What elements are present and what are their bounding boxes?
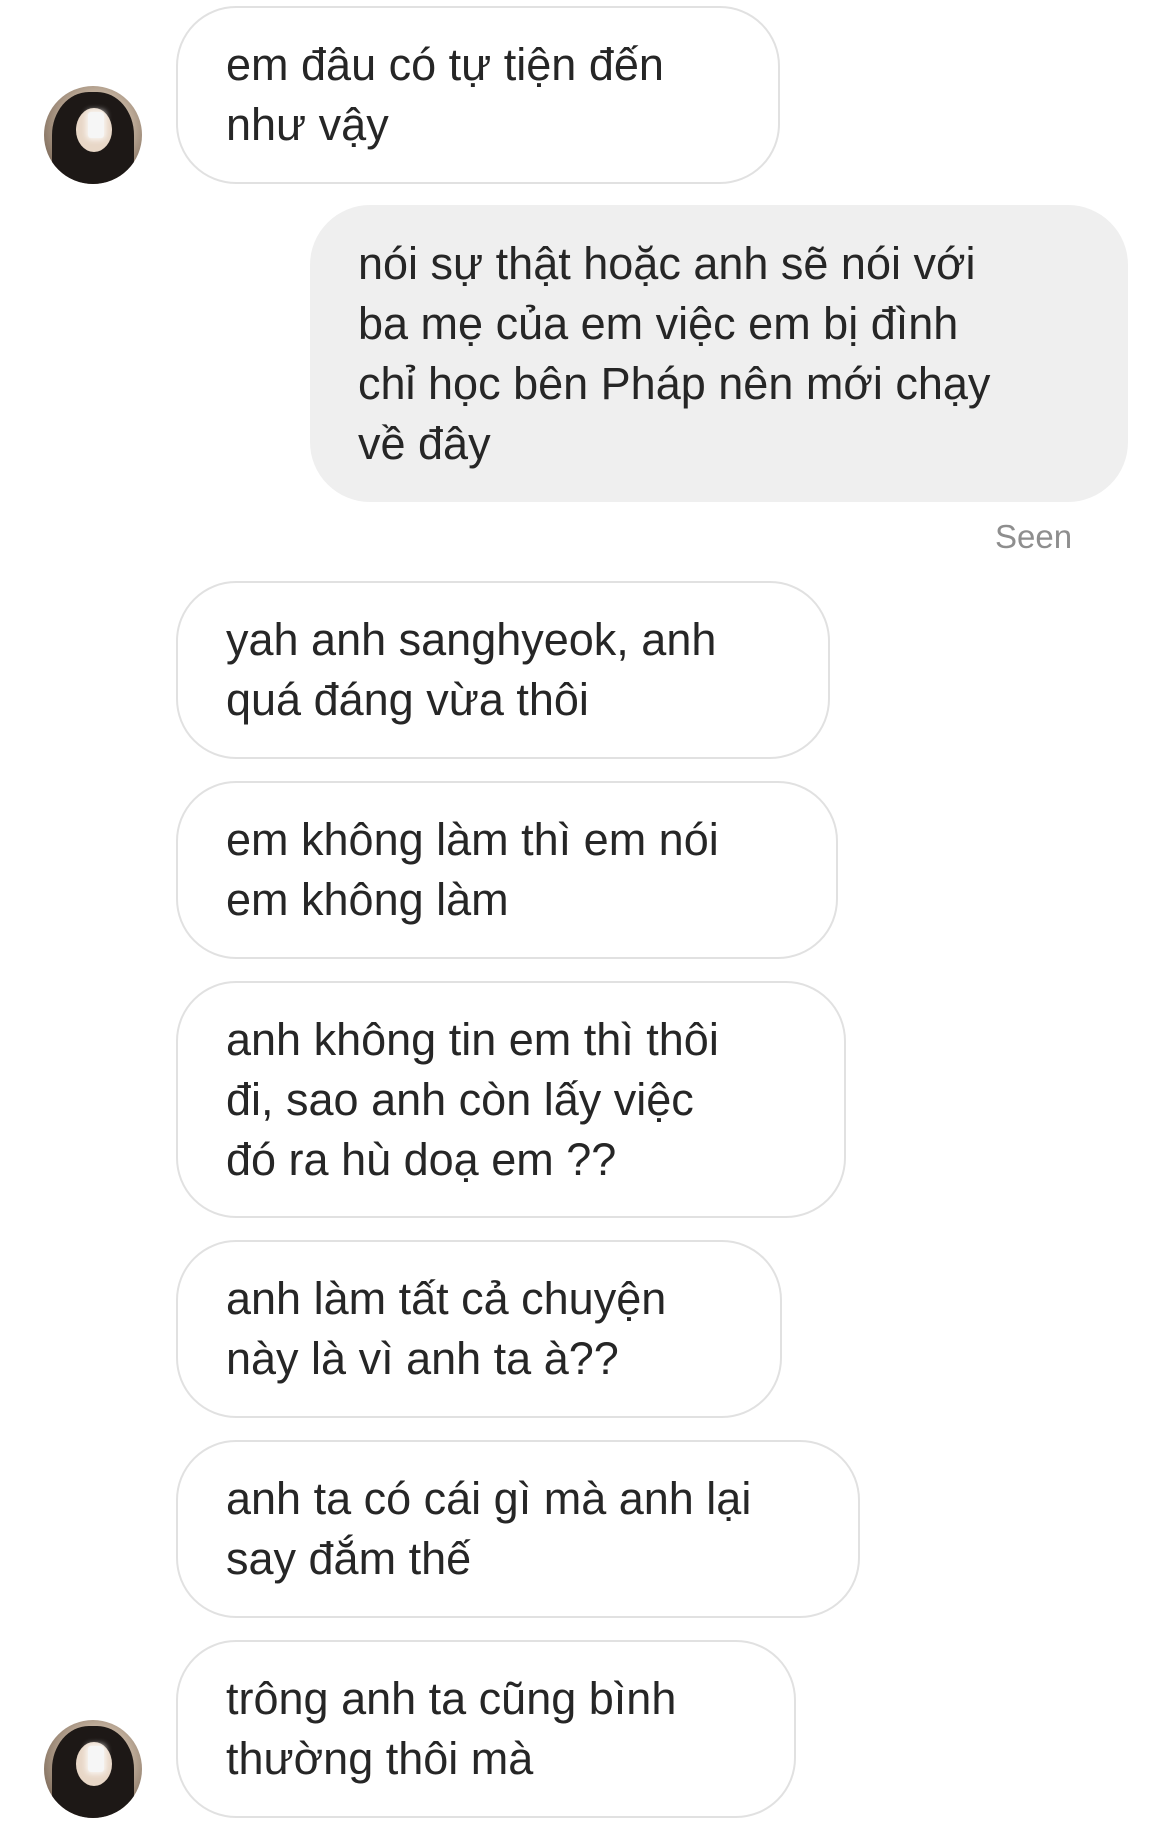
incoming-message[interactable]: anh làm tất cả chuyện này là vì anh ta à…	[176, 1240, 782, 1418]
message-text: yah anh sanghyeok, anh quá đáng vừa thôi	[226, 614, 717, 725]
incoming-message[interactable]: trông anh ta cũng bình thường thôi mà	[176, 1640, 796, 1818]
seen-label: Seen	[995, 518, 1073, 555]
contact-avatar[interactable]	[44, 86, 142, 184]
outgoing-message[interactable]: nói sự thật hoặc anh sẽ nói với ba mẹ củ…	[310, 205, 1128, 502]
incoming-message[interactable]: anh không tin em thì thôi đi, sao anh cò…	[176, 981, 846, 1218]
contact-avatar[interactable]	[44, 1720, 142, 1818]
message-text: anh làm tất cả chuyện này là vì anh ta à…	[226, 1273, 667, 1384]
message-text: em đâu có tự tiện đến như vậy	[226, 39, 664, 150]
message-text: anh ta có cái gì mà anh lại say đắm thế	[226, 1473, 752, 1584]
message-text: em không làm thì em nói em không làm	[226, 814, 719, 925]
avatar-phone	[88, 112, 104, 138]
incoming-message[interactable]: yah anh sanghyeok, anh quá đáng vừa thôi	[176, 581, 830, 759]
message-text: nói sự thật hoặc anh sẽ nói với ba mẹ củ…	[358, 237, 991, 469]
message-text: anh không tin em thì thôi đi, sao anh cò…	[226, 1013, 719, 1185]
incoming-message[interactable]: anh ta có cái gì mà anh lại say đắm thế	[176, 1440, 860, 1618]
avatar-phone	[88, 1746, 104, 1772]
seen-indicator: Seen	[995, 518, 1072, 556]
incoming-message[interactable]: em không làm thì em nói em không làm	[176, 781, 838, 959]
incoming-message[interactable]: em đâu có tự tiện đến như vậy	[176, 6, 780, 184]
message-text: trông anh ta cũng bình thường thôi mà	[226, 1673, 677, 1784]
